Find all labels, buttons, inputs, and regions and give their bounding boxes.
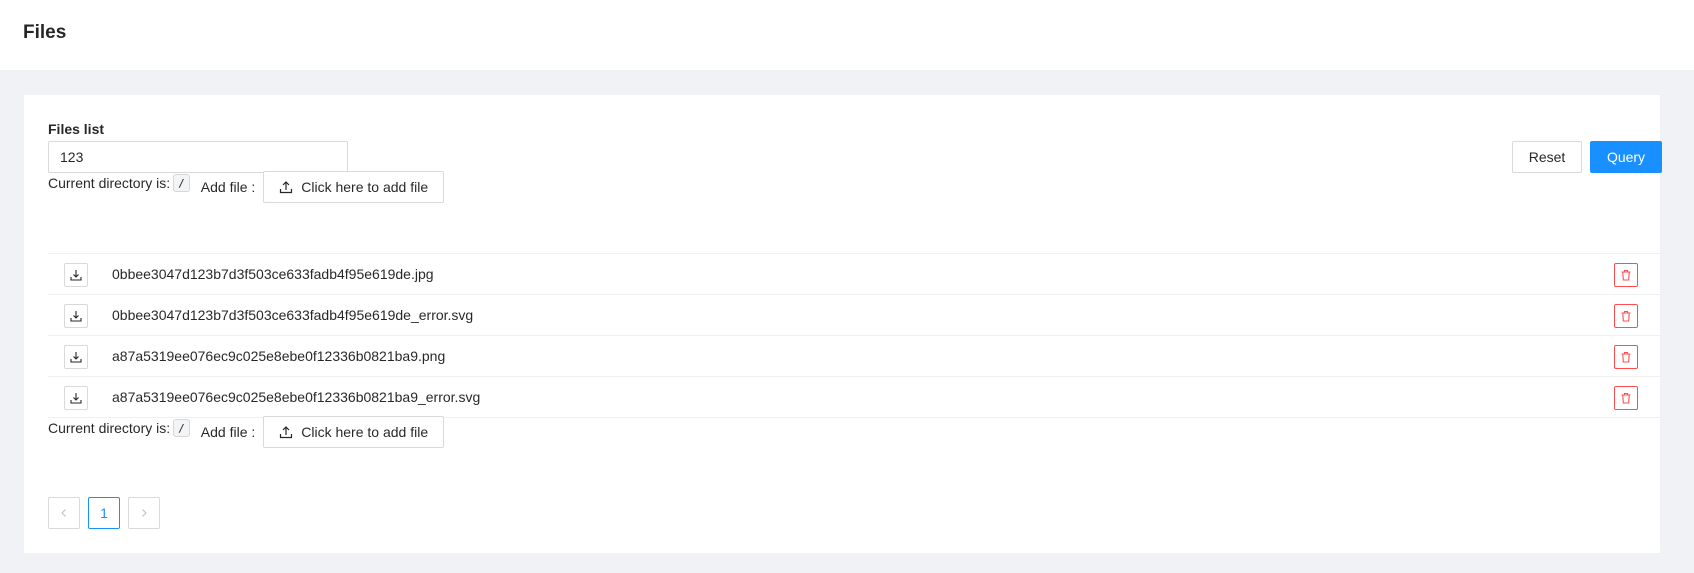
- left-chevron-icon: [61, 509, 66, 517]
- file-row: 0bbee3047d123b7d3f503ce633fadb4f95e619de…: [48, 254, 1662, 295]
- file-name: a87a5319ee076ec9c025e8ebe0f12336b0821ba9…: [112, 389, 481, 405]
- download-button[interactable]: [64, 263, 88, 287]
- current-directory-label: Current directory is:: [48, 420, 171, 436]
- download-button[interactable]: [64, 304, 88, 328]
- page-header: Files: [0, 0, 1694, 70]
- add-file-button[interactable]: Click here to add file: [263, 416, 445, 448]
- add-file-button-label: Click here to add file: [301, 179, 429, 195]
- page-title: Files: [23, 22, 67, 43]
- file-name: 0bbee3047d123b7d3f503ce633fadb4f95e619de…: [112, 266, 434, 282]
- trash-icon: [1621, 269, 1631, 281]
- page-1-button[interactable]: 1: [88, 497, 120, 529]
- trash-icon: [1621, 392, 1631, 404]
- query-button[interactable]: Query: [1590, 141, 1662, 173]
- files-card: Files list Reset Query Current directory…: [24, 95, 1662, 553]
- file-list: 0bbee3047d123b7d3f503ce633fadb4f95e619de…: [48, 253, 1662, 418]
- download-button[interactable]: [64, 386, 88, 410]
- download-icon: [70, 311, 82, 322]
- trash-icon: [1621, 351, 1631, 363]
- file-name: a87a5319ee076ec9c025e8ebe0f12336b0821ba9…: [112, 348, 446, 364]
- trash-icon: [1621, 310, 1631, 322]
- current-directory-label: Current directory is:: [48, 175, 171, 191]
- download-icon: [70, 393, 82, 404]
- current-directory-path: /: [173, 419, 190, 437]
- reset-button[interactable]: Reset: [1512, 141, 1582, 173]
- file-row: a87a5319ee076ec9c025e8ebe0f12336b0821ba9…: [48, 336, 1662, 377]
- upload-icon: [280, 181, 293, 194]
- download-button[interactable]: [64, 345, 88, 369]
- add-file-label: Add file :: [200, 424, 256, 440]
- delete-button[interactable]: [1614, 386, 1638, 410]
- pagination: 1: [48, 497, 160, 529]
- delete-button[interactable]: [1614, 304, 1638, 328]
- file-row: 0bbee3047d123b7d3f503ce633fadb4f95e619de…: [48, 295, 1662, 336]
- add-file-button[interactable]: Click here to add file: [263, 171, 445, 203]
- right-chevron-icon: [142, 509, 147, 517]
- add-file-button-label: Click here to add file: [301, 424, 429, 440]
- delete-button[interactable]: [1614, 345, 1638, 369]
- file-name: 0bbee3047d123b7d3f503ce633fadb4f95e619de…: [112, 307, 474, 323]
- download-icon: [70, 270, 82, 281]
- prev-page-button[interactable]: [48, 497, 80, 529]
- files-list-label: Files list: [48, 121, 105, 137]
- directory-row-bottom: Current directory is: / Add file : Click…: [48, 416, 445, 448]
- delete-button[interactable]: [1614, 263, 1638, 287]
- current-directory-path: /: [173, 174, 190, 192]
- file-row: a87a5319ee076ec9c025e8ebe0f12336b0821ba9…: [48, 377, 1662, 418]
- search-input[interactable]: [48, 141, 348, 173]
- upload-icon: [280, 426, 293, 439]
- next-page-button[interactable]: [128, 497, 160, 529]
- directory-row-top: Current directory is: / Add file : Click…: [48, 171, 445, 203]
- download-icon: [70, 352, 82, 363]
- add-file-label: Add file :: [200, 179, 256, 195]
